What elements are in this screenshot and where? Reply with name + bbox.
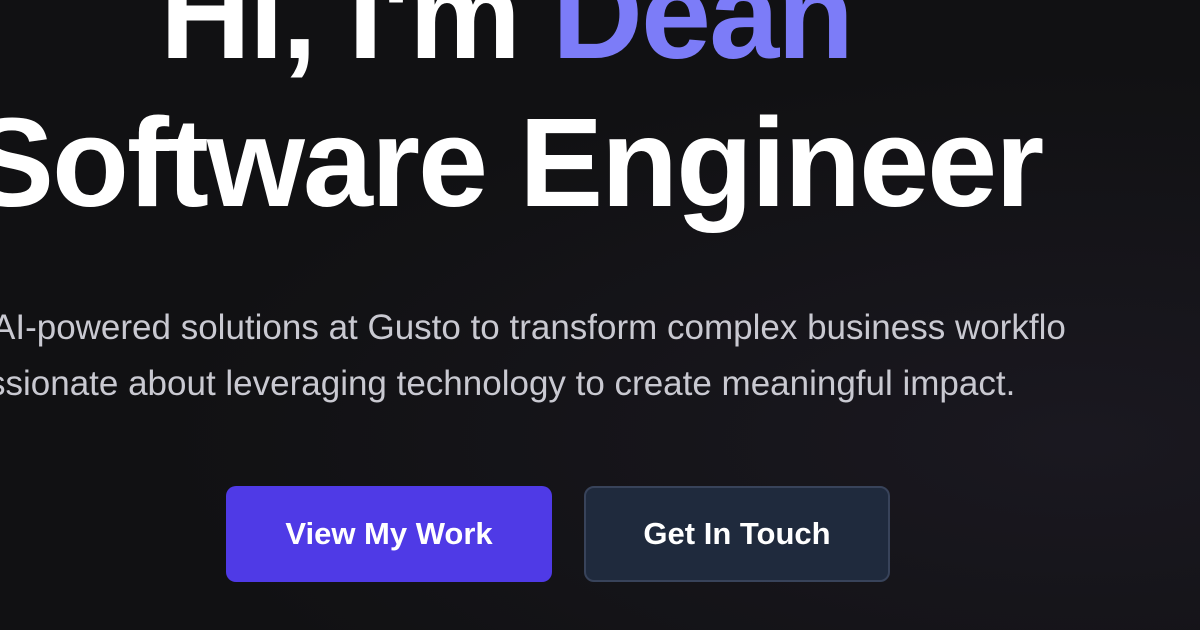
- hero-tagline: AI-powered solutions at Gusto to transfo…: [0, 300, 1066, 412]
- get-in-touch-button[interactable]: Get In Touch: [584, 486, 890, 582]
- tagline-line-1: AI-powered solutions at Gusto to transfo…: [0, 308, 1066, 347]
- greeting-prefix: Hi, I'm: [160, 0, 553, 85]
- tagline-line-2: ssionate about leveraging technology to …: [0, 364, 1016, 403]
- hero-greeting: Hi, I'm Dean: [160, 0, 854, 78]
- view-my-work-button[interactable]: View My Work: [226, 486, 552, 582]
- hero-role: Software Engineer: [0, 92, 1044, 233]
- hero-name: Dean: [552, 0, 854, 85]
- hero-section: Hi, I'm Dean Software Engineer AI-powere…: [0, 0, 1200, 630]
